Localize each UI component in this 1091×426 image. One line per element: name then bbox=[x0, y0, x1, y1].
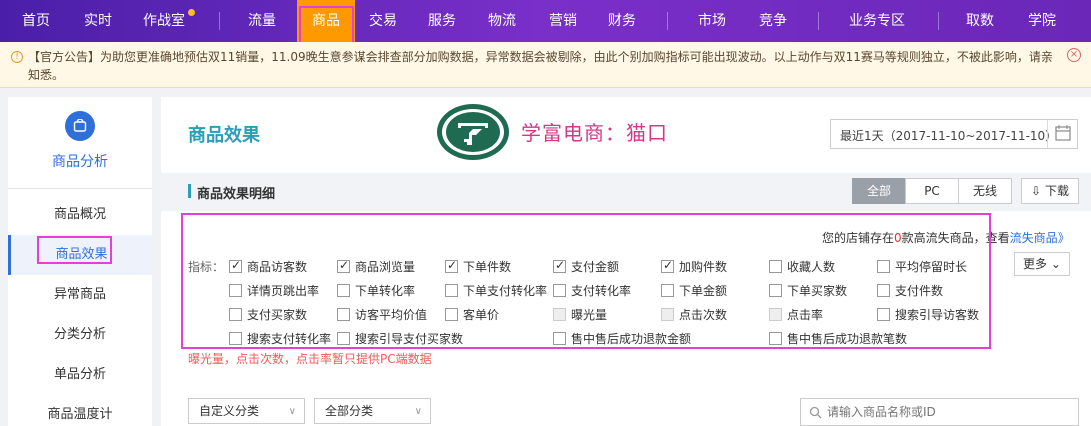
nav-divider bbox=[818, 12, 819, 30]
nav-war-room[interactable]: 作战室 bbox=[143, 0, 185, 42]
close-icon[interactable]: × bbox=[1067, 48, 1081, 62]
download-label: 下载 bbox=[1044, 184, 1069, 198]
section-marker bbox=[188, 184, 191, 198]
nav-divider bbox=[219, 12, 220, 30]
brand-text: 学富电商：猫口 bbox=[521, 121, 668, 145]
sidebar-item-overview[interactable]: 商品概况 bbox=[8, 195, 152, 235]
sidebar-item-single[interactable]: 单品分析 bbox=[8, 355, 152, 395]
chevron-down-icon: ∨ bbox=[288, 406, 296, 417]
brand-logo bbox=[436, 103, 510, 161]
download-icon: ⇩ bbox=[1031, 184, 1042, 198]
nav-divider bbox=[667, 12, 668, 30]
notice-text: 【官方公告】为助您更准确地预估双11销量，11.09晚生意参谋会排查部分加购数据… bbox=[28, 50, 1053, 82]
custom-category-select[interactable]: 自定义分类 ∨ bbox=[188, 398, 305, 424]
sidebar-title: 商品分析 bbox=[52, 154, 108, 170]
notice-bar: ! 【官方公告】为助您更准确地预估双11销量，11.09晚生意参谋会排查部分加购… bbox=[0, 42, 1091, 88]
date-range-picker[interactable]: 最近1天（2017-11-10~2017-11-10） bbox=[830, 119, 1078, 149]
chevron-down-icon: ⌄ bbox=[1050, 257, 1061, 271]
sidebar-item-abnormal[interactable]: 异常商品 bbox=[8, 275, 152, 315]
more-label: 更多 bbox=[1023, 257, 1048, 271]
sidebar-highlight-box bbox=[37, 236, 112, 264]
nav-market[interactable]: 市场 bbox=[698, 0, 726, 42]
top-nav: 首页 实时 作战室 流量 商品 交易 服务 物流 营销 财务 市场 竞争 业务专… bbox=[0, 0, 1091, 42]
date-range-text: 最近1天（2017-11-10~2017-11-10） bbox=[840, 129, 1058, 143]
section-title: 商品效果明细 bbox=[197, 187, 276, 202]
nav-home[interactable]: 首页 bbox=[22, 0, 50, 42]
chevron-down-icon: ∨ bbox=[414, 406, 422, 417]
nav-trade[interactable]: 交易 bbox=[369, 0, 397, 42]
download-button[interactable]: ⇩ 下载 bbox=[1021, 178, 1079, 204]
nav-service[interactable]: 服务 bbox=[428, 0, 456, 42]
calendar-icon[interactable] bbox=[1047, 120, 1077, 148]
lost-products-link[interactable]: 流失商品 bbox=[1010, 231, 1058, 245]
nav-data-fetch[interactable]: 取数 bbox=[966, 0, 994, 42]
sidebar-item-thermometer[interactable]: 商品温度计 bbox=[8, 395, 152, 426]
nav-business-zone[interactable]: 业务专区 bbox=[849, 0, 905, 42]
search-input[interactable] bbox=[827, 404, 1067, 420]
all-category-value: 全部分类 bbox=[325, 404, 374, 418]
search-icon bbox=[809, 406, 822, 419]
nav-competition[interactable]: 竞争 bbox=[759, 0, 787, 42]
sidebar-header: 商品分析 bbox=[8, 97, 152, 189]
nav-traffic[interactable]: 流量 bbox=[248, 0, 276, 42]
product-analysis-icon bbox=[65, 111, 95, 141]
sidebar-item-category[interactable]: 分类分析 bbox=[8, 315, 152, 355]
store-note-arrow: 》 bbox=[1057, 231, 1070, 245]
custom-category-value: 自定义分类 bbox=[199, 404, 260, 418]
data-warning: 曝光量，点击次数，点击率暂只提供PC端数据 bbox=[188, 352, 432, 366]
product-search[interactable] bbox=[800, 398, 1079, 426]
more-button[interactable]: 更多 ⌄ bbox=[1014, 252, 1070, 276]
nav-divider bbox=[938, 12, 939, 30]
tab-wireless[interactable]: 无线 bbox=[958, 178, 1012, 204]
all-category-select[interactable]: 全部分类 ∨ bbox=[314, 398, 431, 424]
metrics-highlight-box bbox=[181, 213, 991, 349]
new-dot-icon bbox=[188, 9, 195, 16]
tab-all[interactable]: 全部 bbox=[852, 178, 906, 204]
page-title: 商品效果 bbox=[188, 125, 260, 146]
nav-finance[interactable]: 财务 bbox=[608, 0, 636, 42]
nav-academy[interactable]: 学院 bbox=[1028, 0, 1056, 42]
info-icon: ! bbox=[11, 51, 23, 63]
nav-realtime[interactable]: 实时 bbox=[84, 0, 112, 42]
nav-marketing[interactable]: 营销 bbox=[549, 0, 577, 42]
nav-logistics[interactable]: 物流 bbox=[488, 0, 516, 42]
tab-pc[interactable]: PC bbox=[905, 178, 959, 204]
